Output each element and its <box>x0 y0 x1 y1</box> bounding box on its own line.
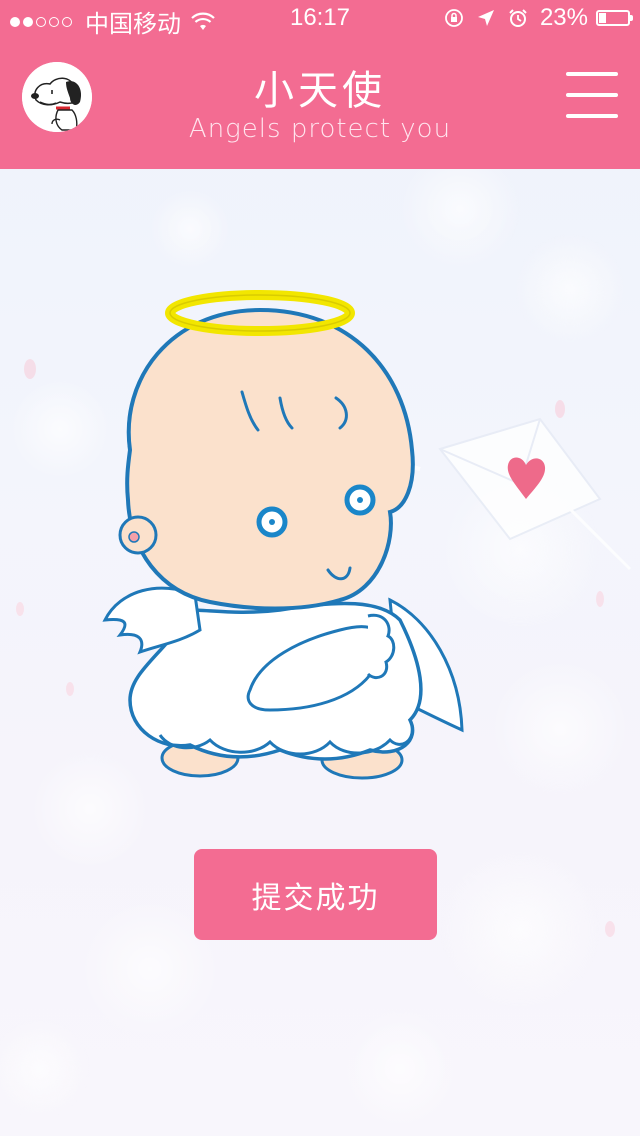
page-title: 小天使 <box>254 68 386 114</box>
battery-percent: 23% <box>539 4 588 31</box>
battery-level <box>599 13 606 23</box>
menu-line <box>566 72 618 76</box>
alarm-icon <box>509 9 527 27</box>
orientation-lock-icon <box>445 9 463 27</box>
menu-line <box>566 93 618 97</box>
hamburger-menu-icon[interactable] <box>566 70 618 120</box>
page-subtitle: Angels protect you <box>188 114 452 144</box>
app-header: 小天使 Angels protect you <box>0 40 640 169</box>
app-screen: 中国移动 16:17 23% 小天使 Angels protect you 提交… <box>0 0 640 1136</box>
location-icon <box>477 10 494 26</box>
submit-success-button[interactable]: 提交成功 <box>194 849 437 940</box>
status-bar: 中国移动 16:17 23% <box>0 0 640 40</box>
menu-line <box>566 114 618 118</box>
battery-icon <box>596 10 633 26</box>
angel-baby-illustration <box>102 290 464 780</box>
status-right: 23% <box>444 4 633 32</box>
